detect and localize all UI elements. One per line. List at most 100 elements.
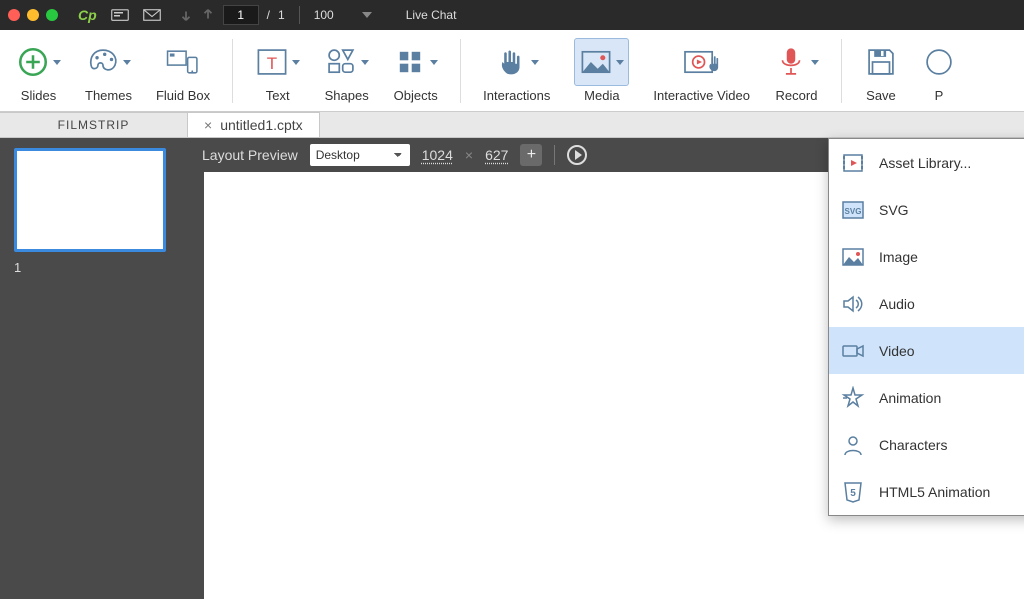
zoom-value: 100 bbox=[314, 8, 334, 22]
mail-icon[interactable] bbox=[143, 8, 161, 22]
menu-label: Audio bbox=[879, 296, 915, 312]
presentation-icon[interactable] bbox=[111, 8, 129, 22]
microphone-icon bbox=[774, 45, 808, 79]
divider bbox=[554, 145, 555, 165]
menu-image[interactable]: Image bbox=[829, 233, 1024, 280]
titlebar: Cp / 1 100 Live Chat bbox=[0, 0, 1024, 30]
preview-label: P bbox=[935, 88, 944, 103]
audio-icon bbox=[841, 292, 865, 316]
page-current-input[interactable] bbox=[223, 5, 259, 25]
preview-icon bbox=[922, 45, 956, 79]
file-tab[interactable]: × untitled1.cptx bbox=[188, 112, 320, 137]
interactive-video-label: Interactive Video bbox=[653, 88, 750, 103]
interactions-button[interactable]: Interactions bbox=[471, 30, 562, 111]
menu-label: Asset Library... bbox=[879, 155, 971, 171]
interactions-label: Interactions bbox=[483, 88, 550, 103]
add-breakpoint-button[interactable]: + bbox=[520, 144, 542, 166]
interactive-video-icon bbox=[682, 45, 722, 79]
shapes-button[interactable]: Shapes bbox=[312, 30, 381, 111]
save-button[interactable]: Save bbox=[852, 30, 910, 111]
animation-icon bbox=[841, 386, 865, 410]
asset-library-icon bbox=[841, 151, 865, 175]
chevron-down-icon bbox=[361, 60, 369, 65]
themes-label: Themes bbox=[85, 88, 132, 103]
canvas-height[interactable]: 627 bbox=[485, 147, 508, 163]
chevron-down-icon bbox=[811, 60, 819, 65]
palette-icon bbox=[86, 45, 120, 79]
divider bbox=[460, 39, 461, 103]
slide-number: 1 bbox=[14, 260, 174, 275]
fluid-box-button[interactable]: Fluid Box bbox=[144, 30, 222, 111]
menu-label: SVG bbox=[879, 202, 909, 218]
characters-icon bbox=[841, 433, 865, 457]
record-button[interactable]: Record bbox=[762, 30, 831, 111]
menu-label: Animation bbox=[879, 390, 941, 406]
filmstrip-panel: 1 bbox=[0, 138, 188, 599]
divider bbox=[299, 6, 300, 24]
save-icon bbox=[864, 45, 898, 79]
undo-icon[interactable] bbox=[179, 8, 193, 22]
record-label: Record bbox=[776, 88, 818, 103]
app-logo: Cp bbox=[78, 7, 97, 23]
dimension-x: × bbox=[465, 147, 473, 163]
menu-label: HTML5 Animation bbox=[879, 484, 990, 500]
image-icon bbox=[579, 45, 613, 79]
menu-video[interactable]: Video bbox=[829, 327, 1024, 374]
chevron-down-icon bbox=[53, 60, 61, 65]
file-tab-label: untitled1.cptx bbox=[220, 117, 303, 133]
objects-button[interactable]: Objects bbox=[381, 30, 450, 111]
chevron-down-icon bbox=[430, 60, 438, 65]
window-close-button[interactable] bbox=[8, 9, 20, 21]
slide-thumbnail[interactable] bbox=[14, 148, 166, 252]
svg-icon: SVG bbox=[841, 198, 865, 222]
menu-characters[interactable]: Characters bbox=[829, 421, 1024, 468]
tabs-row: FILMSTRIP × untitled1.cptx bbox=[0, 112, 1024, 138]
menu-audio[interactable]: Audio bbox=[829, 280, 1024, 327]
objects-icon bbox=[393, 45, 427, 79]
video-icon bbox=[841, 339, 865, 363]
preview-button[interactable]: P bbox=[910, 30, 956, 111]
canvas-area: Layout Preview Desktop 1024 × 627 + Asse… bbox=[188, 138, 1024, 599]
menu-label: Image bbox=[879, 249, 918, 265]
text-label: Text bbox=[266, 88, 290, 103]
interactive-video-button[interactable]: Interactive Video bbox=[641, 30, 762, 111]
zoom-dropdown-icon[interactable] bbox=[362, 12, 372, 18]
text-icon: T bbox=[255, 45, 289, 79]
close-tab-icon[interactable]: × bbox=[204, 117, 212, 133]
html5-icon: 5 bbox=[841, 480, 865, 504]
slides-button[interactable]: Slides bbox=[4, 30, 73, 111]
redo-icon[interactable] bbox=[201, 8, 215, 22]
image-icon bbox=[841, 245, 865, 269]
slides-label: Slides bbox=[21, 88, 56, 103]
live-chat-link[interactable]: Live Chat bbox=[406, 8, 457, 22]
play-button[interactable] bbox=[567, 145, 587, 165]
menu-label: Video bbox=[879, 343, 915, 359]
text-button[interactable]: T Text bbox=[243, 30, 312, 111]
menu-html5-animation[interactable]: 5 HTML5 Animation bbox=[829, 468, 1024, 515]
chevron-down-icon bbox=[531, 60, 539, 65]
themes-button[interactable]: Themes bbox=[73, 30, 144, 111]
window-controls bbox=[8, 9, 58, 21]
device-select[interactable]: Desktop bbox=[310, 144, 410, 166]
objects-label: Objects bbox=[394, 88, 438, 103]
svg-text:SVG: SVG bbox=[845, 207, 862, 216]
window-maximize-button[interactable] bbox=[46, 9, 58, 21]
ribbon-toolbar: Slides Themes Fluid Box T Text Shapes bbox=[0, 30, 1024, 112]
divider bbox=[232, 39, 233, 103]
menu-asset-library[interactable]: Asset Library... bbox=[829, 139, 1024, 186]
plus-icon: + bbox=[527, 146, 536, 164]
filmstrip-header: FILMSTRIP bbox=[0, 112, 188, 137]
menu-svg[interactable]: SVG SVG bbox=[829, 186, 1024, 233]
fluid-box-label: Fluid Box bbox=[156, 88, 210, 103]
plus-icon bbox=[16, 45, 50, 79]
page-separator: / bbox=[267, 8, 270, 22]
window-minimize-button[interactable] bbox=[27, 9, 39, 21]
canvas-width[interactable]: 1024 bbox=[422, 147, 453, 163]
shapes-icon bbox=[324, 45, 358, 79]
save-label: Save bbox=[866, 88, 896, 103]
media-menu: Asset Library... SVG SVG Image Audio Vid… bbox=[828, 138, 1024, 516]
media-button[interactable]: Media bbox=[562, 30, 641, 111]
menu-animation[interactable]: Animation bbox=[829, 374, 1024, 421]
page-total: 1 bbox=[278, 8, 285, 22]
svg-text:5: 5 bbox=[850, 488, 856, 499]
